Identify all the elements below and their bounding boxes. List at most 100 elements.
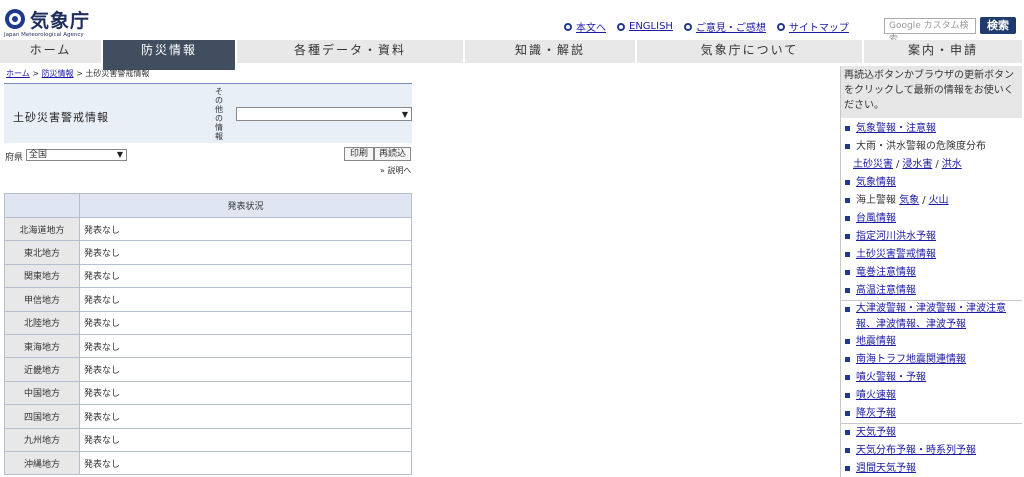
sidebar-link-dist-forecast[interactable]: 天気分布予報・時系列予報 <box>856 442 976 460</box>
print-button[interactable]: 印刷 <box>344 147 374 161</box>
nav-data[interactable]: 各種データ・資料 <box>237 40 465 63</box>
bullet-icon <box>845 288 850 293</box>
page-title: 土砂災害警戒情報 <box>13 111 109 124</box>
breadcrumb: ホーム > 防災情報 > 土砂災害警戒情報 <box>6 68 149 79</box>
sidebar-link-weather-info[interactable]: 気象情報 <box>856 174 896 192</box>
sidebar-list: 気象警報・注意報 大雨・洪水警報の危険度分布 土砂災害 / 浸水害 / 洪水 気象情報 … <box>841 118 1022 477</box>
bullet-icon <box>845 252 850 257</box>
sidebar-item-heat: 高温注意情報 <box>841 282 1022 300</box>
link-sitemap[interactable]: サイトマップ <box>789 19 849 34</box>
table-row: 北陸地方 発表なし <box>4 310 412 335</box>
link-feedback[interactable]: ご意見・ご感想 <box>696 19 766 34</box>
sidebar-link-flood[interactable]: 洪水 <box>942 159 962 170</box>
bullet-icon <box>617 22 625 31</box>
table-row: 北海道地方 発表なし <box>4 216 412 242</box>
link-main-content[interactable]: 本文へ <box>576 19 606 34</box>
nav-home[interactable]: ホーム <box>0 40 103 63</box>
other-info-select[interactable]: ▼ <box>236 107 412 121</box>
region-cell: 九州地方 <box>4 427 80 452</box>
sidebar-item-risk: 大雨・洪水警報の危険度分布 <box>841 138 1022 156</box>
sidebar-link-nankai[interactable]: 南海トラフ地震関連情報 <box>856 351 966 369</box>
status-cell: 発表なし <box>79 357 412 382</box>
sidebar-link-landslide-alert[interactable]: 土砂災害警戒情報 <box>856 246 936 264</box>
sidebar-item-dist-forecast: 天気分布予報・時系列予報 <box>841 442 1022 460</box>
sidebar-link-river-flood[interactable]: 指定河川洪水予報 <box>856 228 936 246</box>
bullet-icon <box>845 270 850 275</box>
sidebar-link-tsunami[interactable]: 大津波警報・津波警報・津波注意報、津波情報、津波予報 <box>856 301 1022 333</box>
sidebar-item-typhoon: 台風情報 <box>841 210 1022 228</box>
sidebar-link-marine-volcano[interactable]: 火山 <box>929 192 949 210</box>
sidebar-item-ashfall: 降灰予報 <box>841 405 1022 423</box>
reload-button[interactable]: 再読込 <box>374 147 411 161</box>
sidebar-sub-risk: 土砂災害 / 浸水害 / 洪水 <box>853 159 962 170</box>
region-cell: 北陸地方 <box>4 310 80 335</box>
sidebar-item-nankai: 南海トラフ地震関連情報 <box>841 351 1022 369</box>
table-row: 九州地方 発表なし <box>4 427 412 452</box>
chevron-down-icon: ▼ <box>116 150 123 159</box>
status-table: 発表状況 北海道地方 発表なし 東北地方 発表なし 関東地方 発表なし 甲信地方 発表な… <box>4 193 412 476</box>
sidebar-link-inundation[interactable]: 浸水害 <box>902 159 932 170</box>
region-cell: 関東地方 <box>4 263 80 289</box>
sidebar-item-river-flood: 指定河川洪水予報 <box>841 228 1022 246</box>
table-header-empty <box>4 193 80 218</box>
other-info-label: その他の情報 <box>215 87 223 141</box>
bullet-icon <box>845 216 850 221</box>
region-cell: 甲信地方 <box>4 287 80 312</box>
sidebar-link-landslide[interactable]: 土砂災害 <box>853 159 893 170</box>
explain-link[interactable]: » 説明へ <box>380 165 411 176</box>
jma-logo[interactable]: 気象庁 Japan Meteorological Agency <box>4 6 124 38</box>
chevron-down-icon: ▼ <box>401 110 408 119</box>
bullet-icon <box>845 448 850 453</box>
sidebar: 再読込ボタンかブラウザの更新ボタンをクリックして最新の情報をお使いください。 気… <box>840 66 1022 477</box>
breadcrumb-disaster[interactable]: 防災情報 <box>42 69 74 78</box>
pref-select[interactable]: 全国 ▼ <box>26 149 127 161</box>
nav-disaster-info[interactable]: 防災情報 <box>103 40 237 70</box>
table-row: 東海地方 発表なし <box>4 333 412 359</box>
sidebar-link-volcano-warn[interactable]: 噴火警報・予報 <box>856 369 926 387</box>
search-button[interactable]: 検索 <box>980 17 1016 34</box>
sidebar-link-heat[interactable]: 高温注意情報 <box>856 282 916 300</box>
breadcrumb-separator: > <box>32 69 40 78</box>
bullet-icon <box>845 411 850 416</box>
status-cell: 発表なし <box>79 287 412 312</box>
sidebar-link-warnings[interactable]: 気象警報・注意報 <box>856 120 936 138</box>
sidebar-link-forecast[interactable]: 天気予報 <box>856 424 896 442</box>
bullet-icon <box>776 22 785 31</box>
status-cell: 発表なし <box>79 380 412 406</box>
bullet-icon <box>845 180 850 185</box>
table-row: 近畿地方 発表なし <box>4 357 412 382</box>
sidebar-item-volcano-flash: 噴火速報 <box>841 387 1022 405</box>
sidebar-link-typhoon[interactable]: 台風情報 <box>856 210 896 228</box>
bullet-icon <box>845 393 850 398</box>
table-header-status: 発表状況 <box>79 193 412 218</box>
nav-guide[interactable]: 案内・申請 <box>864 40 1024 63</box>
region-cell: 四国地方 <box>4 404 80 429</box>
jma-logo-icon <box>5 9 25 29</box>
link-english[interactable]: ENGLISH <box>629 21 673 32</box>
region-cell: 東海地方 <box>4 333 80 359</box>
status-cell: 発表なし <box>79 404 412 429</box>
table-row: 東北地方 発表なし <box>4 240 412 265</box>
bullet-icon <box>845 430 850 435</box>
sidebar-link-marine-weather[interactable]: 気象 <box>899 192 919 210</box>
search-input[interactable]: Google カスタム検索 <box>884 18 976 45</box>
nav-about[interactable]: 気象庁について <box>637 40 864 63</box>
sidebar-link-volcano-flash[interactable]: 噴火速報 <box>856 387 896 405</box>
breadcrumb-current: 土砂災害警戒情報 <box>85 69 150 78</box>
sidebar-link-tornado[interactable]: 竜巻注意情報 <box>856 264 916 282</box>
sidebar-item-warnings: 気象警報・注意報 <box>841 120 1022 138</box>
sidebar-item-tornado: 竜巻注意情報 <box>841 264 1022 282</box>
bullet-icon <box>845 357 850 362</box>
sidebar-item-weather-info: 気象情報 <box>841 174 1022 192</box>
breadcrumb-home[interactable]: ホーム <box>6 69 30 78</box>
sidebar-link-ashfall[interactable]: 降灰予報 <box>856 405 896 423</box>
sidebar-link-weekly[interactable]: 週間天気予報 <box>856 460 916 477</box>
table-header-row: 発表状況 <box>4 193 412 218</box>
table-row: 甲信地方 発表なし <box>4 287 412 312</box>
sidebar-link-earthquake[interactable]: 地震情報 <box>856 333 896 351</box>
sidebar-item-marine: 海上警報 気象 / 火山 <box>841 192 1022 210</box>
header: 気象庁 Japan Meteorological Agency 本文へ ENGL… <box>0 0 1024 45</box>
region-cell: 東北地方 <box>4 240 80 265</box>
status-cell: 発表なし <box>79 450 412 476</box>
nav-knowledge[interactable]: 知識・解説 <box>465 40 637 63</box>
